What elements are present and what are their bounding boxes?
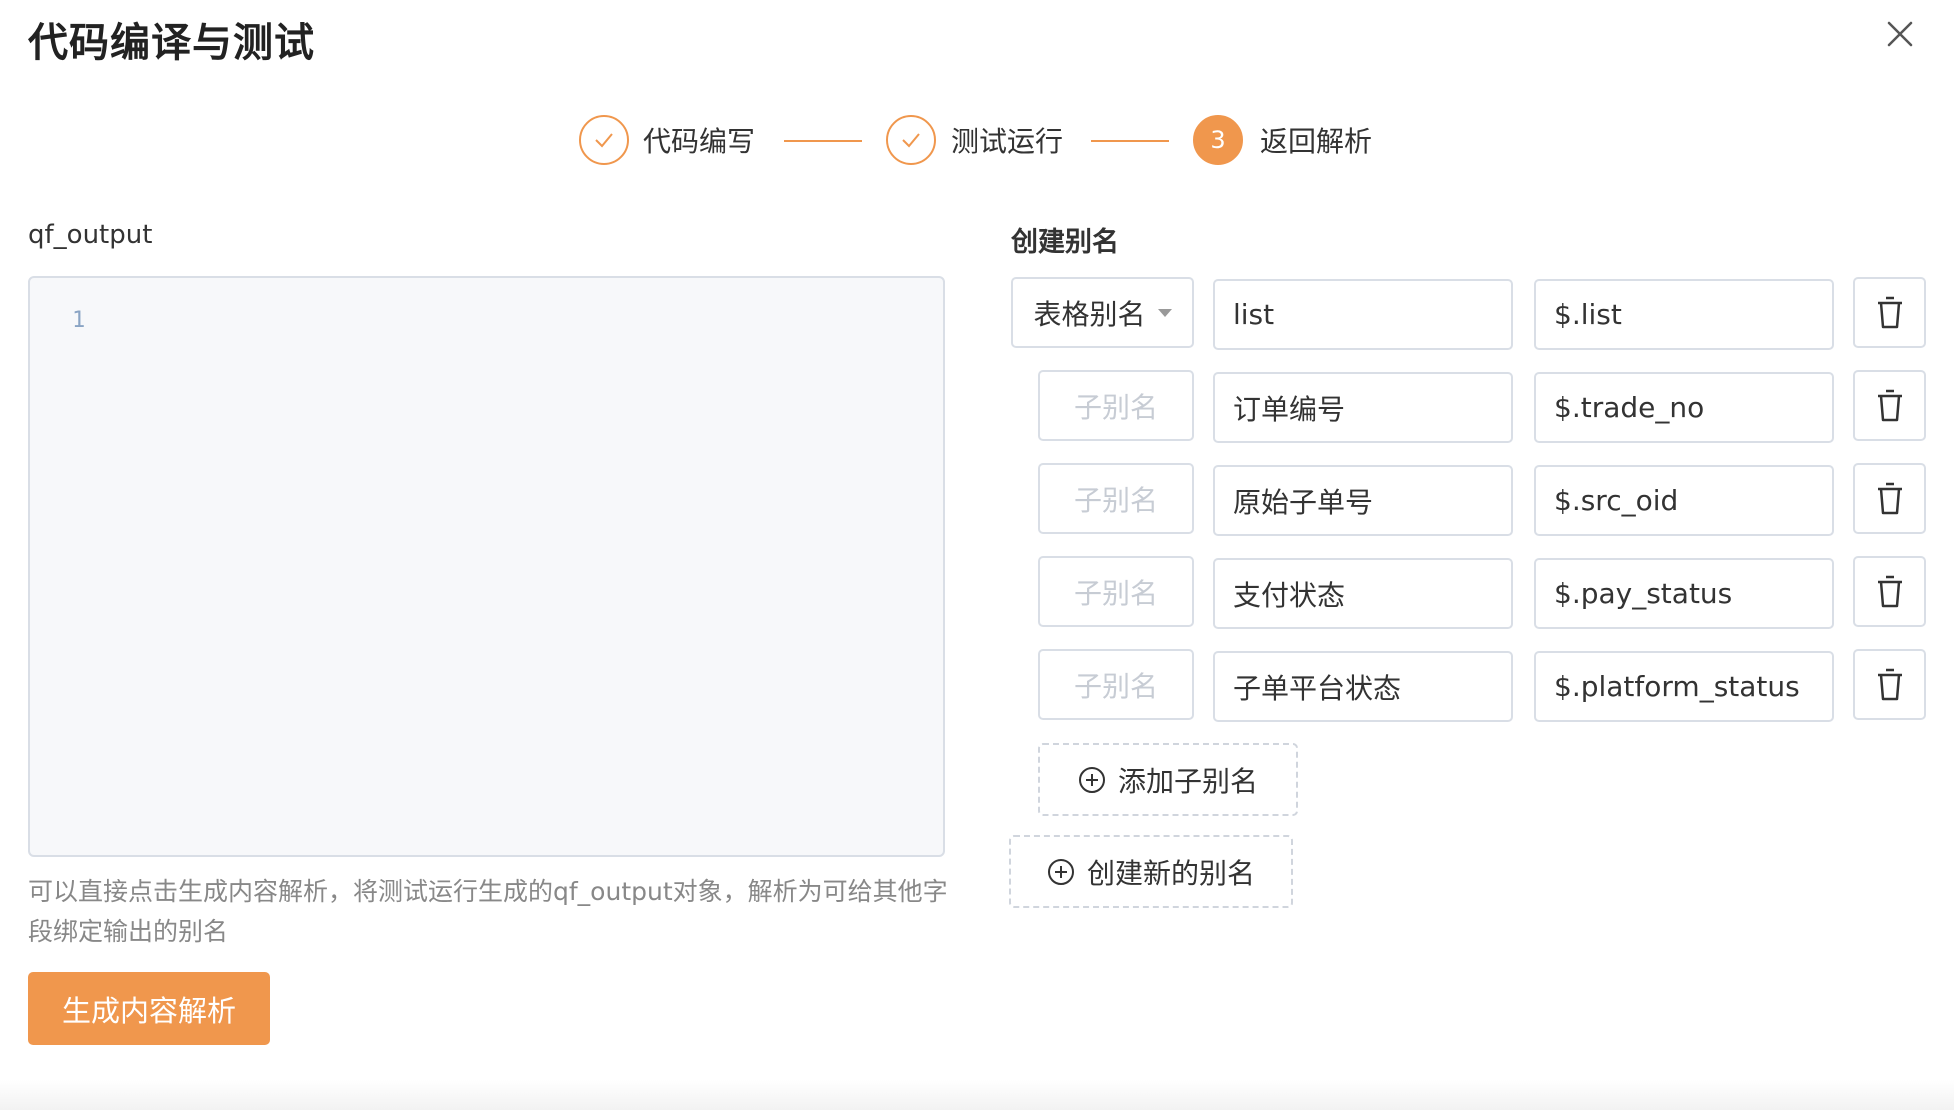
create-alias-button[interactable]: 创建新的别名: [1009, 835, 1293, 908]
plus-circle-icon: [1078, 766, 1105, 793]
sub-alias-input[interactable]: 子别名: [1038, 370, 1194, 441]
sub-alias-input[interactable]: 子别名: [1038, 463, 1194, 534]
trash-icon: [1877, 389, 1902, 421]
sub-alias-path-input[interactable]: $.trade_no: [1534, 372, 1834, 443]
step-3-label: 返回解析: [1260, 125, 1373, 158]
line-number: 1: [72, 308, 86, 333]
trash-icon: [1877, 668, 1902, 700]
close-button[interactable]: [1880, 14, 1920, 54]
hint-text: 可以直接点击生成内容解析，将测试运行生成的qf_output对象，解析为可给其他…: [28, 877, 948, 946]
add-sub-alias-label: 添加子别名: [1117, 764, 1258, 798]
close-icon: [1887, 21, 1913, 47]
sub-alias-name-input[interactable]: 子单平台状态: [1213, 651, 1513, 722]
sub-alias-name-input[interactable]: 订单编号: [1213, 372, 1513, 443]
step-1-check-icon: [579, 115, 629, 165]
step-connector: [1091, 140, 1169, 142]
code-editor[interactable]: 1: [28, 276, 945, 857]
step-connector: [784, 140, 862, 142]
alias-path-input[interactable]: $.list: [1534, 279, 1834, 350]
steps-bar: 代码编写 测试运行 3 返回解析: [0, 110, 1954, 172]
alias-type-select[interactable]: 表格别名: [1011, 277, 1194, 348]
alias-name-input[interactable]: list: [1213, 279, 1513, 350]
step-2-label: 测试运行: [951, 125, 1064, 158]
delete-sub-alias-button[interactable]: [1853, 463, 1926, 534]
caret-down-icon: [1157, 308, 1172, 317]
sub-alias-path-input[interactable]: $.pay_status: [1534, 558, 1834, 629]
trash-icon: [1877, 482, 1902, 514]
sub-alias-name-input[interactable]: 原始子单号: [1213, 465, 1513, 536]
delete-sub-alias-button[interactable]: [1853, 556, 1926, 627]
delete-sub-alias-button[interactable]: [1853, 649, 1926, 720]
sub-alias-path-input[interactable]: $.src_oid: [1534, 465, 1834, 536]
delete-sub-alias-button[interactable]: [1853, 370, 1926, 441]
generate-parse-button[interactable]: 生成内容解析: [28, 972, 270, 1045]
trash-icon: [1877, 296, 1902, 328]
create-alias-label: 创建别名: [1011, 227, 1119, 258]
step-1-label: 代码编写: [643, 125, 756, 158]
alias-type-value: 表格别名: [1033, 297, 1146, 331]
plus-circle-icon: [1047, 858, 1074, 885]
dialog-title: 代码编译与测试: [28, 20, 315, 66]
footer-shadow: [0, 1080, 1954, 1110]
sub-alias-name-input[interactable]: 支付状态: [1213, 558, 1513, 629]
add-sub-alias-button[interactable]: 添加子别名: [1038, 743, 1298, 816]
sub-alias-path-input[interactable]: $.platform_status: [1534, 651, 1834, 722]
delete-alias-button[interactable]: [1853, 277, 1926, 348]
output-label: qf_output: [28, 220, 153, 250]
trash-icon: [1877, 575, 1902, 607]
step-3-number: 3: [1193, 115, 1243, 165]
create-alias-label: 创建新的别名: [1086, 856, 1255, 890]
sub-alias-input[interactable]: 子别名: [1038, 556, 1194, 627]
sub-alias-input[interactable]: 子别名: [1038, 649, 1194, 720]
step-2-check-icon: [886, 115, 936, 165]
